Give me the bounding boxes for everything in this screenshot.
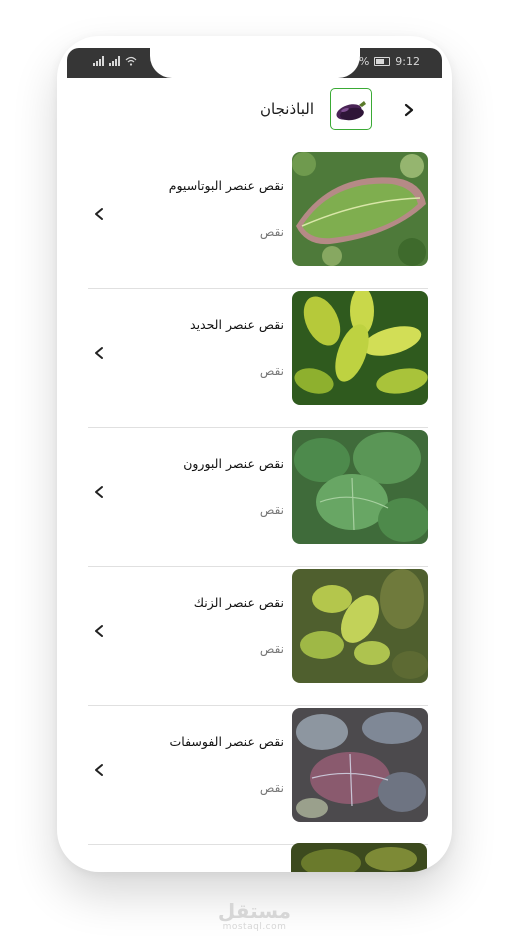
item-image — [292, 708, 428, 822]
battery-percent: % — [358, 55, 370, 68]
item-subtitle: نقص — [259, 642, 284, 656]
list-item[interactable]: نقص عنصر الزنك نقص — [88, 567, 428, 706]
watermark-logo: مستقل — [217, 899, 292, 923]
chevron-right-icon — [404, 103, 414, 117]
signal-icon — [109, 56, 120, 66]
app-header: الباذنجان — [57, 88, 452, 134]
deficiency-list: نقص عنصر البوتاسيوم نقص نقص عنصر الحديد — [88, 150, 428, 845]
item-image — [292, 569, 428, 683]
page-title: الباذنجان — [260, 100, 314, 118]
item-subtitle: نقص — [259, 225, 284, 239]
status-bar: % 9:12 — [67, 48, 442, 78]
chevron-left-icon — [95, 486, 103, 498]
item-title: نقص عنصر الحديد — [190, 317, 284, 332]
watermark: مستقل mostaql.com — [0, 900, 509, 932]
status-icons-right: % 9:12 — [359, 55, 420, 68]
item-image — [292, 152, 428, 266]
chevron-left-icon — [95, 764, 103, 776]
item-image — [292, 430, 428, 544]
item-image — [292, 291, 428, 405]
list-item[interactable]: نقص عنصر البوتاسيوم نقص — [88, 150, 428, 289]
item-subtitle: نقص — [259, 781, 284, 795]
clock: 9:12 — [395, 55, 420, 68]
partial-item-image — [291, 843, 427, 872]
battery-icon — [374, 57, 391, 66]
item-title: نقص عنصر الزنك — [193, 595, 284, 610]
chevron-left-icon — [95, 625, 103, 637]
item-title: نقص عنصر الفوسفات — [169, 734, 284, 749]
notch — [150, 48, 360, 78]
chevron-left-icon — [95, 347, 103, 359]
eggplant-icon — [336, 101, 366, 121]
category-thumbnail — [330, 88, 372, 130]
phone-frame: % 9:12 الباذنجان نقص عنصر البوتاسيوم نقص… — [57, 36, 452, 872]
signal-icon — [93, 56, 104, 66]
item-title: نقص عنصر البوتاسيوم — [168, 178, 284, 193]
wifi-icon — [125, 56, 137, 66]
item-title: نقص عنصر البورون — [183, 456, 284, 471]
item-subtitle: نقص — [259, 364, 284, 378]
list-item[interactable]: نقص عنصر الفوسفات نقص — [88, 706, 428, 845]
chevron-left-icon — [95, 208, 103, 220]
list-item[interactable]: نقص عنصر الحديد نقص — [88, 289, 428, 428]
status-icons-left — [93, 56, 137, 66]
back-button[interactable] — [398, 98, 420, 122]
list-item[interactable]: نقص عنصر البورون نقص — [88, 428, 428, 567]
item-subtitle: نقص — [259, 503, 284, 517]
watermark-url: mostaql.com — [222, 922, 287, 932]
